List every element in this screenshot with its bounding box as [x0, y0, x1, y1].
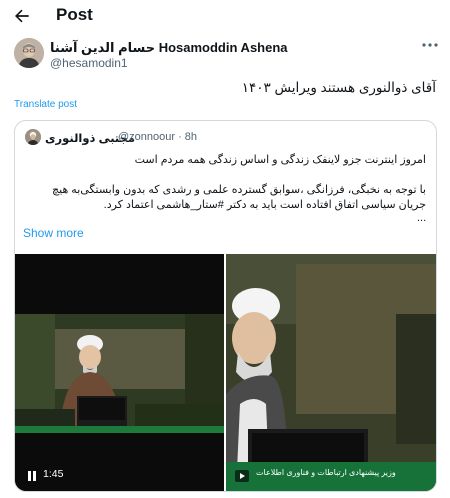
top-bar: Post — [0, 0, 450, 32]
video-thumbnail-right[interactable]: وزیر پیشنهادی ارتباطات و فناوری اطلاعات — [226, 254, 436, 491]
quoted-author-handle[interactable]: @zonnoour · 8h — [118, 131, 197, 143]
quoted-author-avatar[interactable] — [25, 129, 41, 145]
speaker-closeup-image — [226, 254, 436, 491]
video-thumbnail-left[interactable]: 1:45 — [15, 254, 224, 491]
author-handle[interactable]: @hesamodin1 — [50, 56, 128, 70]
pause-icon[interactable] — [27, 470, 37, 482]
translate-post-link[interactable]: Translate post — [14, 99, 77, 110]
post-text: آقای ذوالنوری هستند ویرایش ۱۴۰۳ — [241, 80, 436, 95]
page-title: Post — [56, 5, 93, 24]
more-options-icon[interactable] — [420, 38, 440, 52]
video-caption-banner: وزیر پیشنهادی ارتباطات و فناوری اطلاعات — [256, 468, 396, 477]
quoted-text-line-1: امروز اینترنت جزو لاینفک زندگی و اساس زن… — [134, 154, 426, 166]
quoted-text-line-2: با توجه به نخبگی، فرزانگی ،سوابق گسترده … — [52, 184, 426, 211]
author-name[interactable]: حسام الدین آشنا Hosamoddin Ashena — [50, 40, 288, 56]
back-arrow-icon[interactable] — [12, 6, 32, 26]
quoted-post-card[interactable]: مجتبی ذوالنوری @zonnoour · 8h امروز اینت… — [14, 120, 437, 492]
show-more-link[interactable]: Show more — [23, 226, 84, 240]
play-icon[interactable] — [235, 470, 249, 482]
quoted-text-ellipsis: ... — [417, 212, 427, 224]
video-duration: 1:45 — [43, 468, 64, 480]
author-avatar[interactable] — [14, 38, 44, 68]
parliament-scene-image — [15, 254, 224, 491]
